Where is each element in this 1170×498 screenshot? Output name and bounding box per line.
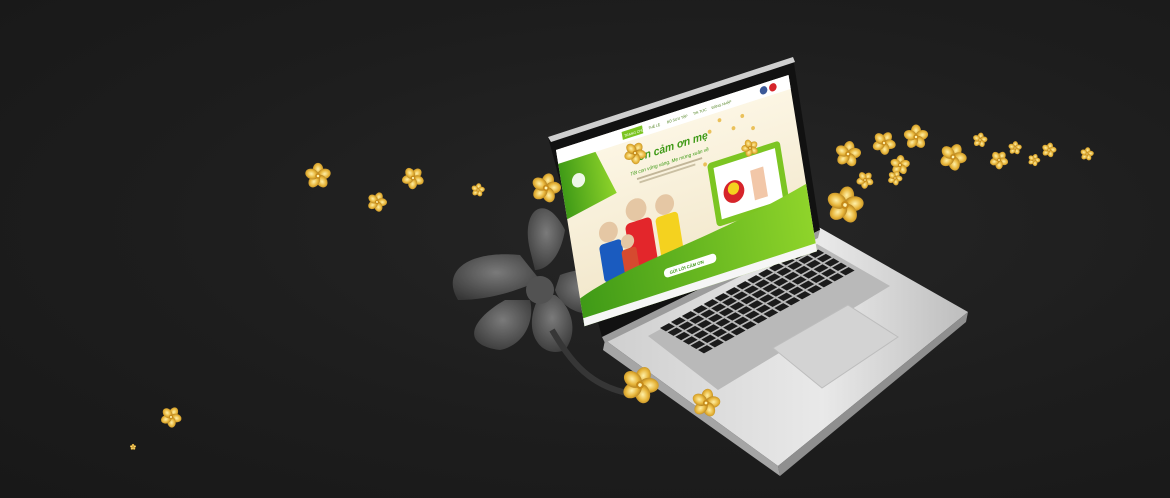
- gold-blossom: [1025, 151, 1043, 169]
- gold-blossom: [902, 124, 930, 151]
- gold-blossom: [985, 146, 1013, 174]
- gold-blossom: [970, 131, 990, 150]
- laptop-showcase-scene: TRANG CHỦ THỂ LỆ BỘ SƯU TẬP TIN TỨC ĐĂNG…: [129, 57, 1096, 476]
- gold-blossom: [1078, 145, 1096, 163]
- gold-blossom: [155, 402, 187, 433]
- gold-blossom: [866, 126, 901, 161]
- gold-blossom: [129, 443, 137, 451]
- gold-blossom: [851, 167, 878, 194]
- gold-blossom: [363, 188, 391, 216]
- gold-blossom: [821, 183, 869, 228]
- hero-banner: TRANG CHỦ THỂ LỆ BỘ SƯU TẬP TIN TỨC ĐĂNG…: [0, 0, 1170, 498]
- gold-blossom: [303, 162, 333, 190]
- gold-blossom: [1039, 140, 1059, 160]
- gold-blossom: [933, 138, 973, 177]
- gold-blossom: [396, 161, 430, 195]
- gold-blossom: [1007, 140, 1023, 156]
- gold-blossom: [469, 181, 487, 199]
- gold-blossom: [831, 138, 865, 170]
